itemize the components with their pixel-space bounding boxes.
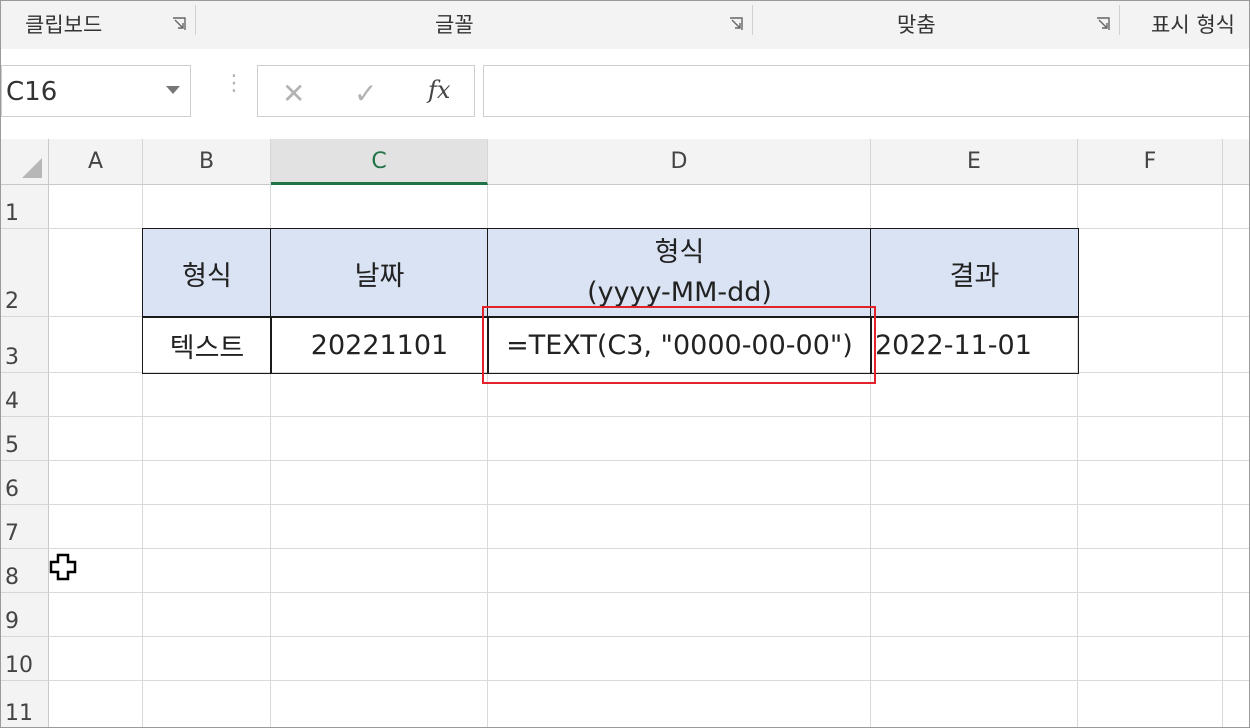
cell-b3[interactable]: 텍스트 — [142, 316, 272, 374]
header-date: 날짜 — [354, 260, 405, 292]
row-header-6[interactable]: 6 — [1, 461, 49, 505]
column-header-g[interactable] — [1223, 139, 1249, 185]
column-header-d[interactable]: D — [488, 139, 871, 185]
column-header-a[interactable]: A — [49, 139, 143, 185]
dialog-launcher-icon[interactable] — [729, 17, 743, 31]
column-header-f[interactable]: F — [1078, 139, 1223, 185]
formula-bar: C16 ⋮ ✕ ✓ fx — [1, 49, 1249, 135]
dialog-launcher-icon[interactable] — [1096, 17, 1110, 31]
value-result: 2022-11-01 — [875, 329, 1032, 361]
more-dots-icon: ⋮ — [223, 71, 245, 96]
insert-function-icon[interactable]: fx — [428, 76, 450, 104]
header-format: 형식 — [182, 260, 232, 292]
row-header-4[interactable]: 4 — [1, 373, 49, 417]
enter-icon[interactable]: ✓ — [354, 77, 377, 110]
row-header-3[interactable]: 3 — [1, 317, 49, 373]
cell-cursor-icon — [49, 553, 77, 581]
cell-c2[interactable]: 날짜 — [270, 228, 489, 318]
ribbon-group-clipboard: 클립보드 — [25, 13, 103, 37]
cancel-icon[interactable]: ✕ — [282, 77, 305, 110]
row-header-9[interactable]: 9 — [1, 593, 49, 637]
row-header-11[interactable]: 11 — [1, 681, 49, 727]
value-format: 텍스트 — [169, 332, 245, 364]
cell-e2[interactable]: 결과 — [870, 228, 1079, 318]
row-header-1[interactable]: 1 — [1, 185, 49, 229]
header-result: 결과 — [949, 260, 1000, 292]
name-box[interactable]: C16 — [1, 65, 191, 117]
row-header-7[interactable]: 7 — [1, 505, 49, 549]
row-header-8[interactable]: 8 — [1, 549, 49, 593]
ribbon-group-labels: 클립보드 글꼴 맞춤 표시 형식 — [1, 1, 1249, 50]
dialog-launcher-icon[interactable] — [172, 17, 186, 31]
column-header-e[interactable]: E — [871, 139, 1078, 185]
row-header-5[interactable]: 5 — [1, 417, 49, 461]
cell-d2[interactable]: 형식 (yyyy-MM-dd) — [487, 228, 872, 318]
column-header-c[interactable]: C — [271, 139, 488, 185]
formula-buttons: ✕ ✓ fx — [257, 65, 475, 117]
ribbon-group-number: 표시 형식 — [1151, 13, 1235, 37]
header-pattern-line1: 형식 — [654, 237, 705, 268]
cell-e3[interactable]: 2022-11-01 — [870, 316, 1079, 374]
select-all-corner[interactable] — [1, 139, 49, 185]
formula-input[interactable] — [483, 65, 1249, 117]
highlight-box — [482, 306, 876, 384]
cell-c3[interactable]: 20221101 — [270, 316, 489, 374]
cell-b2[interactable]: 형식 — [142, 228, 272, 318]
ribbon-group-font: 글꼴 — [435, 13, 474, 37]
chevron-down-icon[interactable] — [166, 86, 180, 94]
row-header-2[interactable]: 2 — [1, 229, 49, 317]
worksheet-grid[interactable]: A B C D E F 1 2 3 4 5 6 7 8 9 10 11 — [1, 135, 1249, 727]
value-date: 20221101 — [310, 329, 449, 361]
ribbon-group-alignment: 맞춤 — [897, 13, 936, 37]
column-header-b[interactable]: B — [143, 139, 271, 185]
excel-window: 클립보드 글꼴 맞춤 표시 형식 C16 ⋮ ✕ ✓ fx A B C D E … — [0, 0, 1250, 728]
row-header-10[interactable]: 10 — [1, 637, 49, 681]
name-box-value: C16 — [6, 77, 58, 107]
